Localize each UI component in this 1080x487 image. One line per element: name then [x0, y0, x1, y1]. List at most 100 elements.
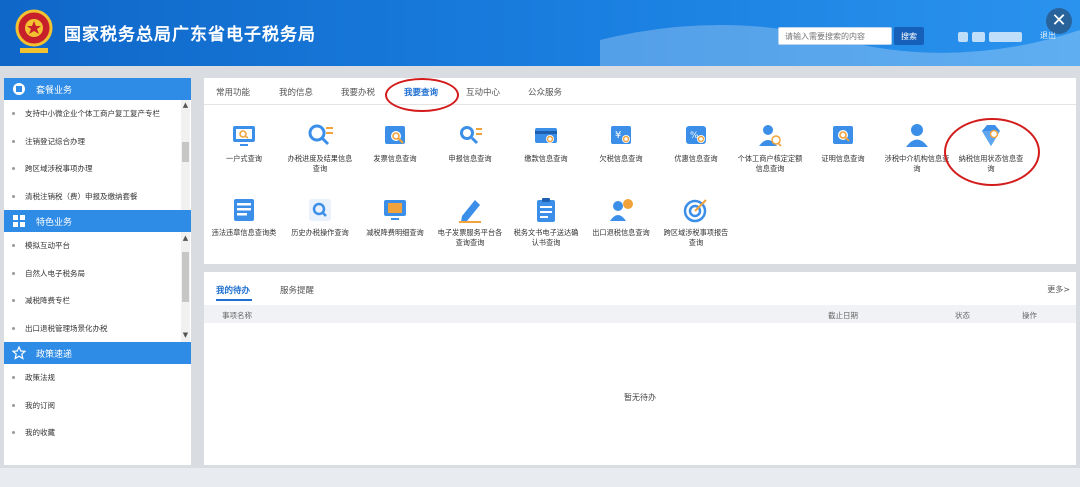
- tab-my-todo[interactable]: 我的待办: [216, 284, 250, 296]
- func-discount-query[interactable]: % 优惠信息查询: [663, 122, 729, 164]
- bullet-icon: [12, 403, 15, 407]
- highlight-ring-tab: [385, 78, 459, 112]
- sidebar-item[interactable]: 减税降费专栏: [4, 287, 180, 315]
- sidebar-item[interactable]: 我的收藏: [4, 419, 180, 447]
- search-input[interactable]: [778, 27, 892, 45]
- bullet-icon: [12, 326, 15, 330]
- func-label: 缴款信息查询: [524, 154, 568, 163]
- person-search-icon: [759, 125, 782, 147]
- column-header-item: 事项名称: [222, 311, 252, 320]
- column-header-deadline: 截止日期: [828, 311, 858, 320]
- func-label: 涉税中介机构信息查询: [884, 154, 950, 173]
- scroll-down-icon[interactable]: ▼: [181, 331, 190, 340]
- sidebar-item-label: 自然人电子税务局: [25, 268, 85, 278]
- close-button[interactable]: ✕: [1046, 8, 1072, 34]
- func-reduction-query[interactable]: 减税降费明细查询: [362, 196, 428, 238]
- tab-public-service[interactable]: 公众服务: [528, 86, 562, 98]
- tab-common[interactable]: 常用功能: [216, 86, 250, 98]
- sidebar-item-label: 清税注销税（费）申报及缴纳套餐: [25, 191, 138, 201]
- func-agency-query[interactable]: 涉税中介机构信息查询: [884, 122, 950, 174]
- query-panel: 常用功能 我的信息 我要办税 我要查询 互动中心 公众服务 一户式查询 办税进度…: [204, 78, 1076, 264]
- func-individual-quota-query[interactable]: 个体工商户核定定额信息查询: [737, 122, 803, 174]
- search-button[interactable]: 搜索: [894, 27, 924, 45]
- sidebar-item[interactable]: 出口退税管理场景化办税: [4, 315, 180, 343]
- bullet-icon: [12, 299, 15, 303]
- sidebar-section-header[interactable]: 特色业务: [4, 210, 191, 232]
- sidebar-section-body: 模拟互动平台 自然人电子税务局 减税降费专栏 出口退税管理场景化办税 ▲ ▼: [4, 232, 191, 342]
- user-name-blurred[interactable]: [958, 32, 1022, 44]
- func-declare-query[interactable]: 申报信息查询: [437, 122, 503, 164]
- target-icon: [683, 199, 707, 223]
- scroll-up-icon[interactable]: ▲: [181, 234, 190, 243]
- sidebar-item[interactable]: 清税注销税（费）申报及缴纳套餐: [4, 183, 180, 211]
- tab-service-reminder[interactable]: 服务提醒: [280, 284, 314, 296]
- sidebar-scrollbar[interactable]: ▲: [181, 100, 190, 210]
- func-label: 跨区域涉税事项报告查询: [663, 228, 729, 247]
- bullet-icon: [12, 271, 15, 275]
- package-icon: [13, 83, 25, 95]
- func-label: 历史办税操作查询: [291, 228, 349, 237]
- sidebar-item[interactable]: 注销登记综合办理: [4, 128, 180, 156]
- agency-person-icon: [906, 124, 928, 147]
- func-label: 税务文书电子送达确认书查询: [513, 228, 579, 247]
- scrollbar-thumb[interactable]: [182, 142, 189, 162]
- sidebar-scrollbar[interactable]: ▲ ▼: [181, 232, 190, 342]
- sidebar-item[interactable]: 政策法规: [4, 364, 180, 392]
- scrollbar-thumb[interactable]: [182, 252, 189, 302]
- func-cross-region-query[interactable]: 跨区域涉税事项报告查询: [663, 196, 729, 248]
- sidebar-section-title: 政策速递: [36, 349, 73, 360]
- payment-card-icon: [535, 128, 557, 143]
- func-label: 欠税信息查询: [599, 154, 643, 163]
- func-payment-query[interactable]: 缴款信息查询: [513, 122, 579, 164]
- magnifier-list-icon: [308, 124, 333, 146]
- func-label: 办税进度及结果信息查询: [287, 154, 353, 173]
- tab-tax-handling[interactable]: 我要办税: [341, 86, 375, 98]
- func-label: 电子发票服务平台各查询查询: [437, 228, 503, 247]
- svg-text:¥: ¥: [615, 130, 621, 141]
- discount-tag-icon: %: [686, 126, 706, 144]
- bullet-icon: [12, 244, 15, 248]
- empty-state-text: 暂无待办: [624, 393, 656, 402]
- sidebar-section-header[interactable]: 政策速递: [4, 342, 191, 364]
- sidebar-item[interactable]: 模拟互动平台: [4, 232, 180, 260]
- func-progress-query[interactable]: 办税进度及结果信息查询: [287, 122, 353, 174]
- func-export-refund-query[interactable]: 出口退税信息查询: [588, 196, 654, 238]
- sidebar-item[interactable]: 我的订阅: [4, 392, 180, 420]
- sidebar-item-label: 出口退税管理场景化办税: [25, 323, 108, 333]
- func-invoice-query[interactable]: 发票信息查询: [362, 122, 428, 164]
- grid-icon: [13, 215, 25, 227]
- sidebar-item[interactable]: 跨区域涉税事项办理: [4, 155, 180, 183]
- func-label: 优惠信息查询: [674, 154, 718, 163]
- func-one-household-query[interactable]: 一户式查询: [211, 122, 277, 164]
- func-label: 个体工商户核定定额信息查询: [737, 154, 803, 173]
- tab-my-info[interactable]: 我的信息: [279, 86, 313, 98]
- main-tabs: 常用功能 我的信息 我要办税 我要查询 互动中心 公众服务: [204, 78, 1076, 105]
- column-header-action: 操作: [1022, 311, 1037, 320]
- invoice-search-icon: [385, 126, 405, 144]
- tab-interaction[interactable]: 互动中心: [466, 86, 500, 98]
- sidebar-section-body: 政策法规 我的订阅 我的收藏: [4, 364, 191, 447]
- func-violation-query[interactable]: 违法违章信息查询类: [211, 196, 277, 238]
- func-certificate-query[interactable]: 证明信息查询: [810, 122, 876, 164]
- func-document-delivery-query[interactable]: 税务文书电子送达确认书查询: [513, 196, 579, 248]
- more-link[interactable]: 更多>: [1047, 284, 1070, 295]
- sidebar-section-header[interactable]: 套餐业务: [4, 78, 191, 100]
- sidebar-section-title: 套餐业务: [36, 85, 73, 96]
- sidebar-item-label: 政策法规: [25, 373, 55, 383]
- func-label: 违法违章信息查询类: [211, 228, 277, 237]
- highlight-ring-credit: [944, 118, 1040, 186]
- tax-emblem-logo: [15, 9, 53, 53]
- sidebar-item[interactable]: 自然人电子税务局: [4, 260, 180, 288]
- monitor-search-icon: [233, 126, 255, 146]
- sidebar-item[interactable]: 支持中小微企业个体工商户复工复产专栏: [4, 100, 180, 128]
- todo-panel: 我的待办 服务提醒 更多> 事项名称 截止日期 状态 操作 暂无待办: [204, 272, 1076, 465]
- export-refund-icon: [610, 199, 633, 221]
- site-header: 国家税务总局广东省电子税务局 搜索 退出: [0, 0, 1080, 66]
- clipboard-icon: [537, 198, 555, 222]
- scroll-up-icon[interactable]: ▲: [181, 101, 190, 110]
- func-history-query[interactable]: 历史办税操作查询: [287, 196, 353, 238]
- func-e-invoice-query[interactable]: 电子发票服务平台各查询查询: [437, 196, 503, 248]
- func-overdue-query[interactable]: ¥ 欠税信息查询: [588, 122, 654, 164]
- star-icon: [12, 346, 26, 360]
- bullet-icon: [12, 139, 15, 143]
